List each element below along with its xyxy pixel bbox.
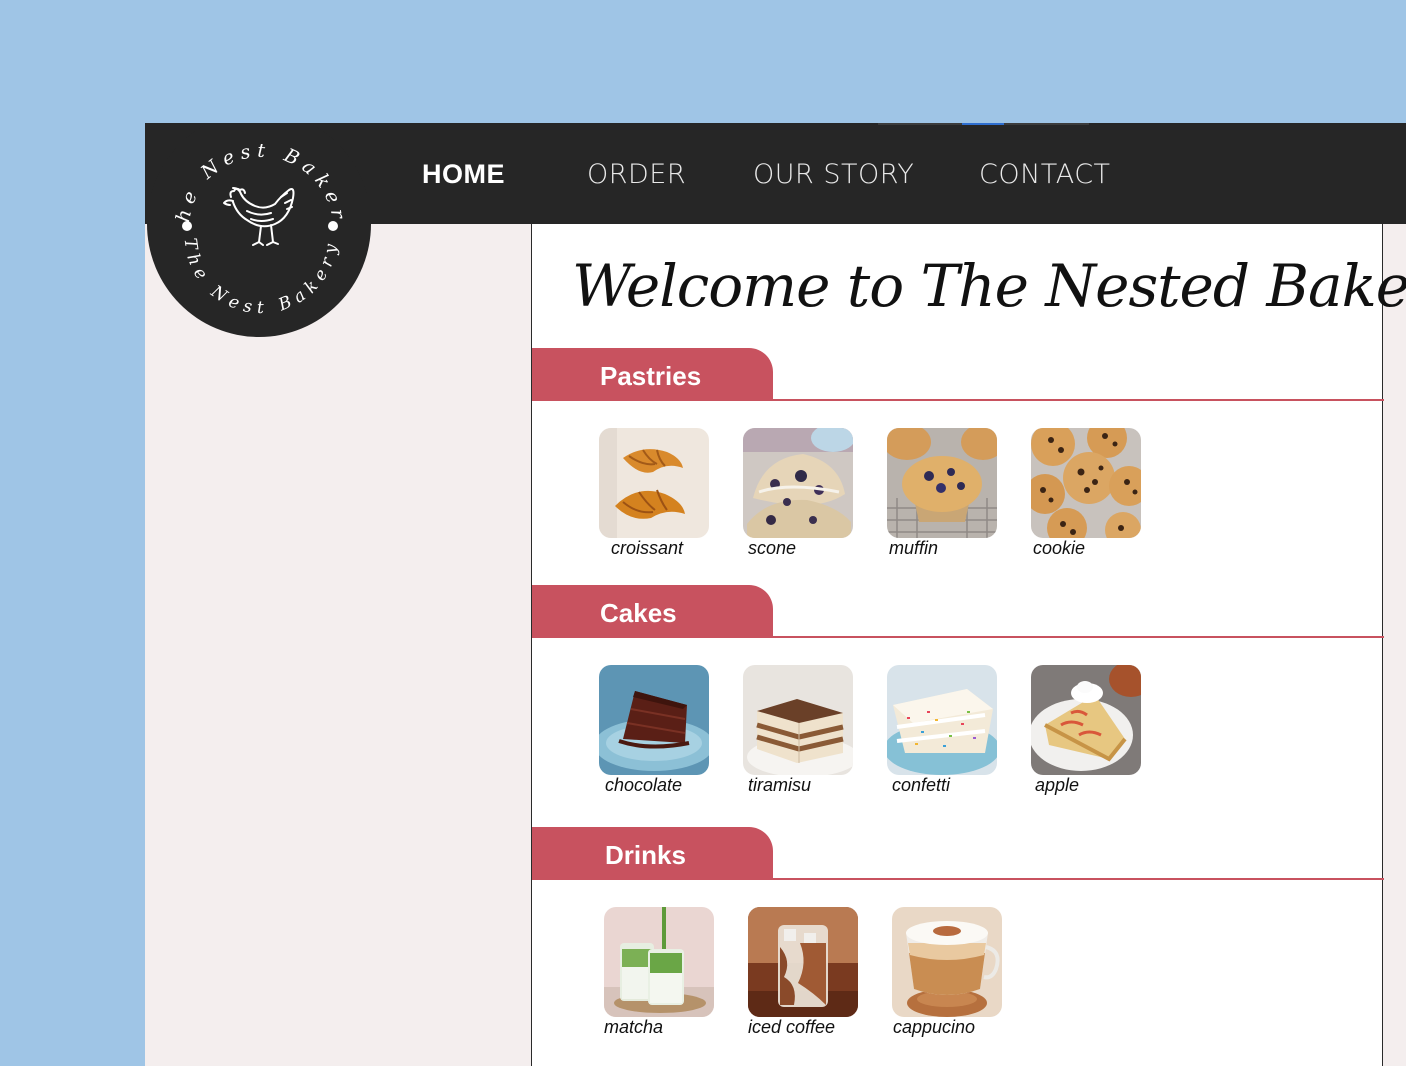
menu-item-muffin[interactable]: muffin xyxy=(887,428,997,558)
menu-item-croissant[interactable]: croissant xyxy=(599,428,709,558)
section-title-drinks: Drinks xyxy=(605,840,686,870)
top-strip xyxy=(1004,123,1089,125)
menu-item-label: confetti xyxy=(892,775,951,795)
menu-item-label: cappucino xyxy=(893,1017,976,1037)
menu-item-label: scone xyxy=(748,538,797,558)
nav-order[interactable]: ORDER xyxy=(587,159,686,190)
welcome-heading: Welcome to The Nested Bakery xyxy=(572,252,1406,320)
menu-item-label: tiramisu xyxy=(748,775,812,795)
menu-item-label: iced coffee xyxy=(748,1017,836,1037)
section-tab-drinks: Drinks xyxy=(532,827,773,880)
menu-item-cookie[interactable]: cookie xyxy=(1031,428,1141,558)
section-tab-cakes: Cakes xyxy=(532,585,773,638)
confetti-cake-image[interactable] xyxy=(887,665,997,775)
menu-item-label: matcha xyxy=(604,1017,664,1037)
hen-icon xyxy=(223,187,295,246)
section-divider xyxy=(532,878,1384,880)
logo-ring-text-top: The Nest Bakery xyxy=(147,123,344,226)
menu-item-matcha[interactable]: matcha xyxy=(604,907,714,1037)
logo-ring-text-bottom: The Nest Bakery xyxy=(180,237,337,318)
menu-item-label: chocolate xyxy=(605,775,683,795)
muffin-image[interactable] xyxy=(887,428,997,538)
section-divider xyxy=(532,636,1384,638)
cookie-image[interactable] xyxy=(1031,428,1141,538)
main-content: Welcome to The Nested Bakery Pastries cr… xyxy=(531,224,1406,1066)
section-divider xyxy=(532,399,1384,401)
menu-item-cappucino[interactable]: cappucino xyxy=(892,907,1002,1037)
app-window: HOME ORDER OUR STORY CONTACT The Nest Ba… xyxy=(145,123,1406,1066)
svg-text:The Nest Bakery: The Nest Bakery xyxy=(147,123,350,226)
menu-item-label: apple xyxy=(1035,775,1080,795)
apple-cake-image[interactable] xyxy=(1031,665,1141,775)
menu-item-iced-coffee[interactable]: iced coffee xyxy=(748,907,858,1037)
menu-item-label: croissant xyxy=(611,538,684,558)
nav-our-story[interactable]: OUR STORY xyxy=(753,159,914,190)
matcha-image[interactable] xyxy=(604,907,714,1017)
menu-item-scone[interactable]: scone xyxy=(743,428,853,558)
iced-coffee-image[interactable] xyxy=(748,907,858,1017)
tiramisu-image[interactable] xyxy=(743,665,853,775)
menu-item-apple[interactable]: apple xyxy=(1031,665,1141,795)
chocolate-cake-image[interactable] xyxy=(599,665,709,775)
nav-contact[interactable]: CONTACT xyxy=(979,159,1111,190)
top-strip-highlight xyxy=(962,123,1004,125)
section-title-cakes: Cakes xyxy=(600,598,677,628)
menu-item-chocolate[interactable]: chocolate xyxy=(599,665,709,795)
croissant-image[interactable] xyxy=(599,428,709,538)
menu-item-tiramisu[interactable]: tiramisu xyxy=(743,665,853,795)
section-title-pastries: Pastries xyxy=(600,361,702,391)
menu-item-label: cookie xyxy=(1033,538,1086,558)
bakery-logo[interactable]: The Nest Bakery The Nest Bakery xyxy=(147,123,371,337)
nav-home[interactable]: HOME xyxy=(422,159,505,190)
section-tab-pastries: Pastries xyxy=(532,348,773,401)
cappucino-image[interactable] xyxy=(892,907,1002,1017)
logo-seal: The Nest Bakery The Nest Bakery xyxy=(147,123,350,318)
scone-image[interactable] xyxy=(743,428,853,538)
menu-item-label: muffin xyxy=(889,538,939,558)
menu-item-confetti[interactable]: confetti xyxy=(887,665,997,795)
svg-text:The Nest Bakery: The Nest Bakery xyxy=(180,237,343,318)
top-strip xyxy=(878,123,962,125)
